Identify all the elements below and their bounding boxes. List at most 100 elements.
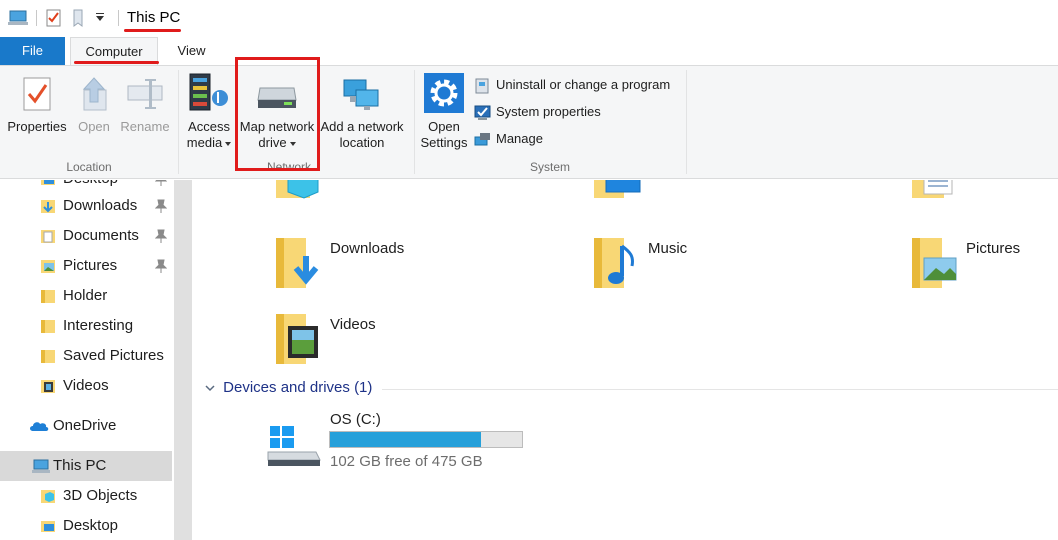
group-separator [414, 70, 415, 174]
open-button[interactable]: Open [72, 66, 116, 158]
new-folder-quick-icon[interactable] [72, 9, 86, 27]
folder-downloads-icon [41, 200, 55, 213]
tab-file[interactable]: File [0, 37, 65, 65]
nav-item-3d-objects[interactable]: 3D Objects [0, 481, 172, 511]
open-label: Open [78, 119, 110, 134]
ribbon-panel: Properties Open Rename Location Access m… [0, 65, 1058, 179]
folder-desktop-icon [41, 521, 55, 532]
nav-item-interesting[interactable]: Interesting [0, 311, 172, 341]
drive-usage-fill [330, 432, 481, 447]
group-separator [178, 70, 179, 174]
nav-label: Pictures [63, 257, 118, 274]
nav-pane-scrollbar-thumb[interactable] [174, 180, 192, 540]
add-network-location-label-line1: Add a network [320, 119, 404, 134]
rename-button[interactable]: Rename [118, 66, 172, 158]
folder-pictures-icon [41, 260, 55, 273]
this-pc-icon [8, 10, 28, 25]
folder-desktop-icon[interactable] [592, 180, 642, 214]
nav-label: Downloads [63, 197, 138, 214]
group-separator [686, 70, 687, 174]
nav-label: 3D Objects [63, 487, 138, 504]
nav-item-videos[interactable]: Videos [0, 371, 172, 401]
add-network-location-label-line2: location [339, 135, 385, 150]
uninstall-program-label: Uninstall or change a program [496, 77, 671, 92]
access-media-button[interactable]: Access media [182, 66, 236, 158]
folder-videos-icon [276, 314, 318, 364]
nav-label: Desktop [63, 517, 119, 534]
folder-3d-objects-icon[interactable] [274, 180, 322, 214]
folder-downloads-icon [276, 238, 319, 288]
pin-icon[interactable] [155, 229, 167, 243]
drive-free-space: 102 GB free of 475 GB [330, 453, 483, 470]
open-settings-button[interactable]: Open Settings [418, 66, 470, 158]
content-pane: Downloads Music Pictures Videos Devices … [192, 180, 1058, 540]
drive-os-c[interactable] [266, 424, 326, 468]
pin-icon[interactable] [155, 199, 167, 213]
nav-item-desktop-2[interactable]: Desktop [0, 511, 172, 540]
folder-downloads[interactable]: Downloads [274, 234, 474, 304]
folder-3d-objects-icon [41, 490, 55, 503]
devices-section-title: Devices and drives (1) [223, 379, 373, 396]
nav-label: Interesting [63, 317, 134, 334]
rename-icon [127, 79, 163, 109]
folder-music[interactable]: Music [592, 234, 792, 304]
nav-item-pictures[interactable]: Pictures [0, 251, 172, 281]
devices-section-header[interactable]: Devices and drives (1) [205, 379, 372, 396]
nav-item-downloads[interactable]: Downloads [0, 191, 172, 221]
title-separator [118, 10, 119, 26]
folder-label: Videos [330, 316, 376, 333]
folder-videos[interactable]: Videos [274, 310, 474, 380]
pin-icon[interactable] [155, 259, 167, 273]
nav-label: OneDrive [53, 417, 117, 434]
navigation-pane: Desktop Downloads Documents Pictures Hol… [0, 180, 174, 540]
folder-label: Downloads [330, 240, 405, 257]
properties-checklist-icon [23, 77, 51, 111]
rename-label: Rename [120, 119, 170, 134]
open-settings-label-line2: Settings [420, 135, 468, 150]
nav-label: Holder [63, 287, 108, 304]
customize-bar [96, 13, 104, 14]
folder-documents-icon[interactable] [910, 180, 956, 214]
onedrive-cloud-icon [30, 422, 49, 431]
windows-drive-icon [267, 426, 321, 466]
tab-view[interactable]: View [164, 37, 219, 65]
drive-label: OS (C:) [330, 411, 381, 428]
folder-label: Pictures [966, 240, 1021, 257]
nav-label: Videos [63, 377, 109, 394]
nav-item-onedrive[interactable]: OneDrive [0, 411, 172, 441]
title-bar: This PC [0, 0, 1058, 37]
drive-usage-bar [329, 431, 523, 448]
open-arrow-icon [82, 77, 107, 111]
chevron-down-icon [205, 379, 219, 396]
annotation-highlight-box [235, 57, 320, 171]
ribbon-tabs: File Computer View [0, 37, 1058, 66]
customize-quick-access-icon[interactable] [96, 16, 104, 21]
media-server-icon [189, 73, 228, 111]
properties-label: Properties [7, 119, 67, 134]
nav-item-holder[interactable]: Holder [0, 281, 172, 311]
pin-icon[interactable] [155, 180, 167, 186]
folder-icon [41, 320, 55, 333]
folder-icon [41, 290, 55, 303]
system-properties-label: System properties [496, 104, 601, 119]
folder-documents-icon [41, 230, 55, 243]
properties-button[interactable]: Properties [4, 66, 70, 158]
nav-item-documents[interactable]: Documents [0, 221, 172, 251]
location-group-label: Location [66, 160, 112, 174]
this-pc-icon [32, 459, 50, 473]
nav-item-this-pc[interactable]: This PC [0, 451, 172, 481]
folder-pictures[interactable]: Pictures [910, 234, 1058, 304]
settings-gear-icon [424, 73, 464, 113]
folder-icon [41, 350, 55, 363]
window-title: This PC [127, 9, 181, 26]
section-divider [382, 389, 1058, 390]
folder-videos-icon [41, 380, 55, 393]
add-network-location-button[interactable]: Add a network location [318, 66, 406, 158]
nav-item-saved-pictures[interactable]: Saved Pictures [0, 341, 172, 371]
manage-computer-icon [474, 133, 490, 146]
nav-label: Saved Pictures [63, 347, 164, 364]
folder-pictures-icon [912, 238, 957, 288]
folder-desktop-icon [41, 180, 55, 185]
properties-quick-icon[interactable] [46, 9, 62, 27]
quick-access-separator [36, 10, 37, 26]
